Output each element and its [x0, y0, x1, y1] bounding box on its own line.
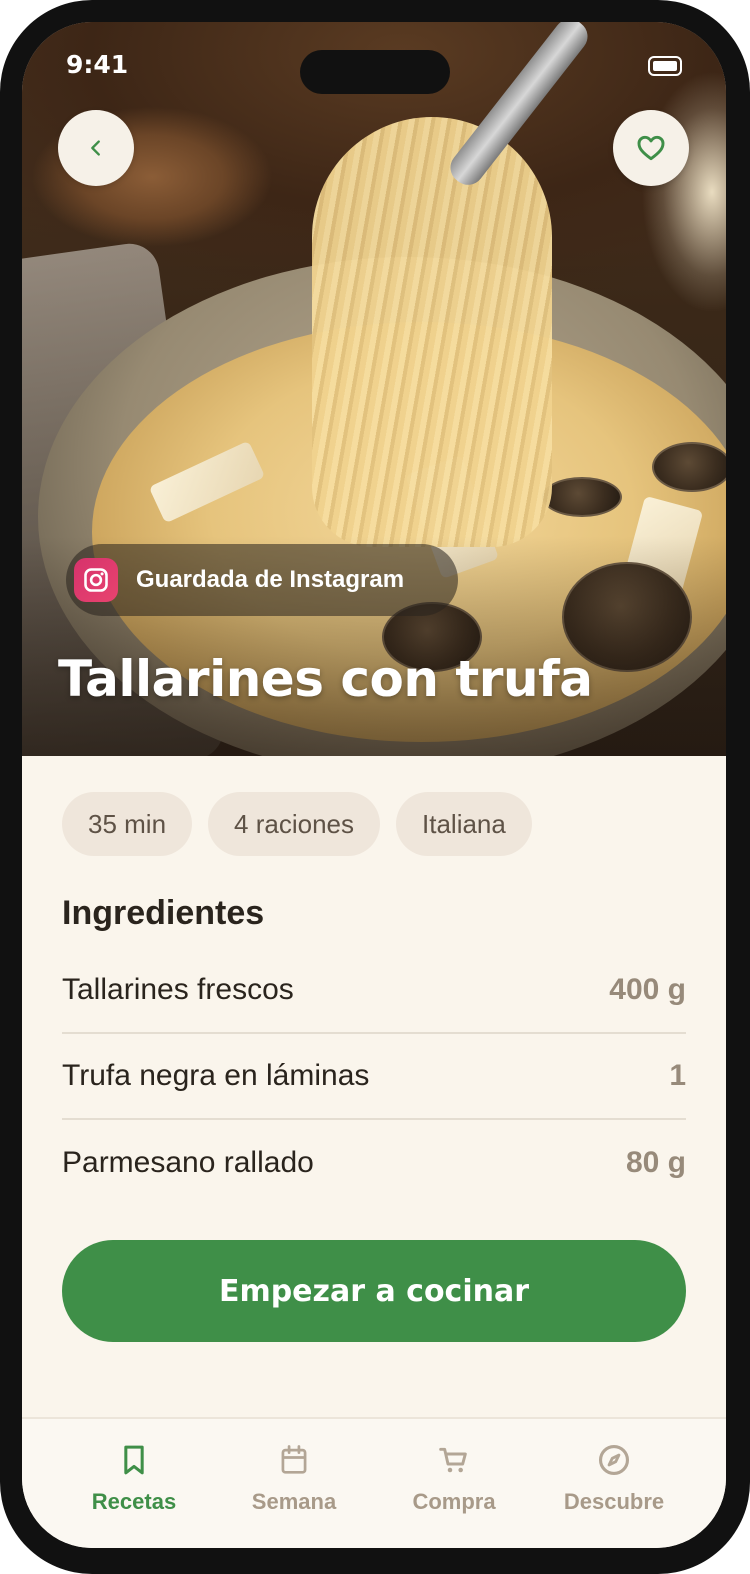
ingredient-name: Tallarines frescos — [62, 973, 294, 1006]
bookmark-icon — [117, 1441, 151, 1479]
phone-frame: 9:41 Guardada de Instagram Tallarines co… — [0, 0, 750, 1574]
servings-chip: 4 raciones — [208, 792, 381, 856]
tab-label: Compra — [412, 1489, 496, 1514]
compass-icon — [597, 1441, 631, 1479]
start-cooking-button[interactable]: Empezar a cocinar — [62, 1240, 686, 1342]
cuisine-chip: Italiana — [396, 792, 532, 856]
tab-label: Descubre — [563, 1489, 665, 1514]
tab-compra[interactable]: Compra — [374, 1441, 534, 1515]
ingredients-heading: Ingredientes — [62, 894, 265, 932]
ingredient-name: Parmesano rallado — [62, 1146, 314, 1179]
source-label: Guardada de Instagram — [136, 566, 405, 593]
ingredient-row: Tallarines frescos 400 g — [62, 948, 686, 1034]
dynamic-island — [300, 50, 450, 94]
ingredients-list: Tallarines frescos 400 g Trufa negra en … — [62, 948, 686, 1206]
tab-label: Recetas — [91, 1489, 177, 1514]
tab-descubre[interactable]: Descubre — [534, 1441, 694, 1515]
source-badge: Guardada de Instagram — [66, 544, 458, 616]
battery-icon — [648, 56, 682, 76]
ingredient-row: Parmesano rallado 80 g — [62, 1120, 686, 1206]
recipe-meta-chips: 35 min 4 raciones Italiana — [62, 792, 532, 856]
recipe-title: Tallarines con trufa — [58, 650, 593, 708]
status-time: 9:41 — [66, 50, 129, 79]
chevron-left-icon — [91, 140, 100, 156]
tab-label: Semana — [251, 1489, 337, 1514]
cart-icon — [437, 1441, 471, 1479]
favorite-button[interactable] — [613, 110, 689, 186]
spaghetti-twirl-image — [312, 117, 552, 547]
bottom-tab-bar: Recetas Semana Compra Descubre — [22, 1417, 726, 1548]
tab-recetas[interactable]: Recetas — [54, 1441, 214, 1515]
back-button[interactable] — [58, 110, 134, 186]
instagram-icon — [74, 558, 118, 602]
screen: 9:41 Guardada de Instagram Tallarines co… — [22, 22, 726, 1548]
recipe-hero-image: 9:41 Guardada de Instagram Tallarines co… — [22, 22, 726, 756]
ingredient-quantity: 1 — [669, 1059, 686, 1092]
ingredient-quantity: 80 g — [625, 1146, 686, 1179]
time-chip: 35 min — [62, 792, 193, 856]
heart-icon — [637, 135, 665, 161]
tab-semana[interactable]: Semana — [214, 1441, 374, 1515]
calendar-icon — [277, 1441, 311, 1479]
ingredient-quantity: 400 g — [609, 973, 686, 1006]
ingredient-name: Trufa negra en láminas — [62, 1059, 370, 1092]
ingredient-row: Trufa negra en láminas 1 — [62, 1034, 686, 1120]
